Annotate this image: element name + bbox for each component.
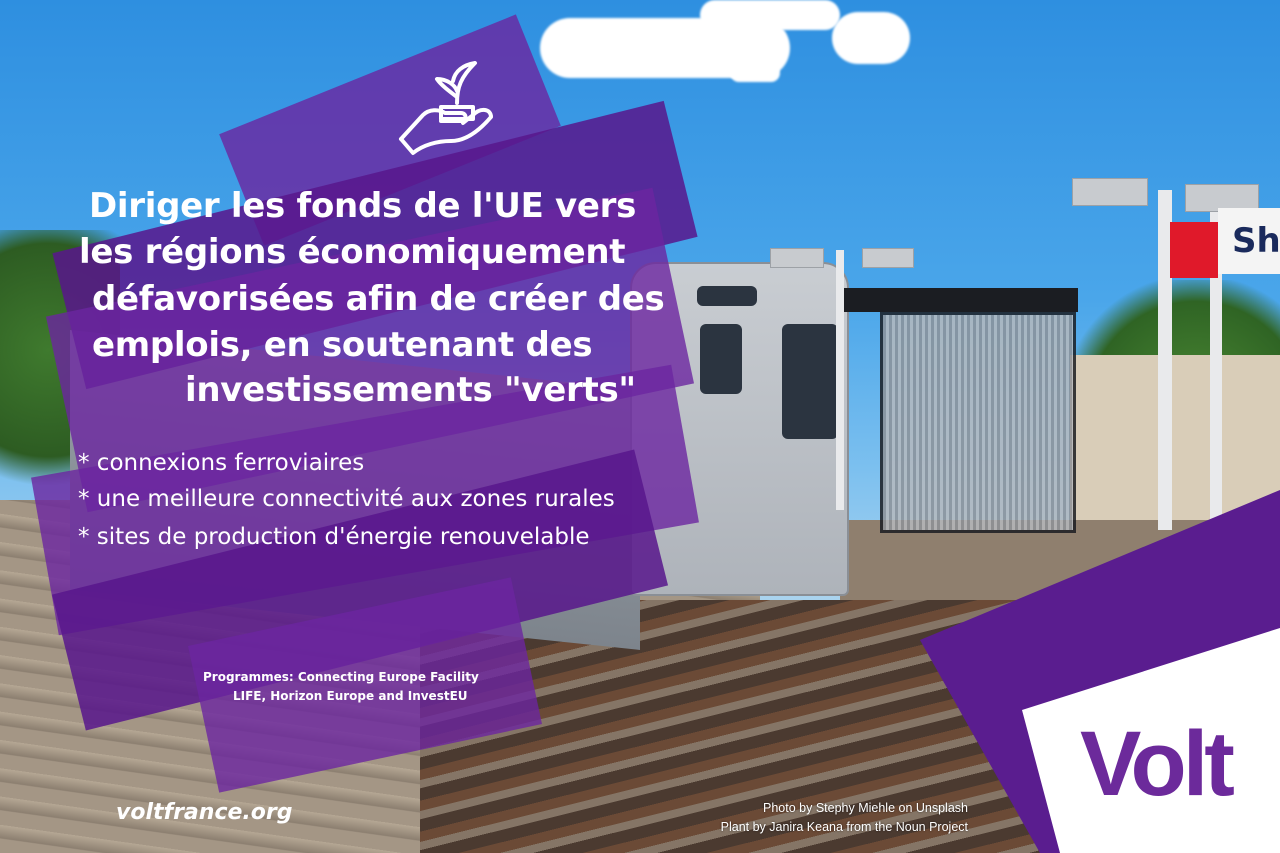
bullet-item: * connexions ferroviaires	[78, 450, 365, 476]
photo-credit: Photo by Stephy Miehle on Unsplash	[763, 801, 968, 815]
website-url[interactable]: voltfrance.org	[116, 800, 292, 825]
programmes-line-2: LIFE, Horizon Europe and InvestEU	[233, 689, 468, 703]
headline-line-5: investissements "verts"	[185, 370, 636, 410]
headline-line-3: défavorisées afin de créer des	[92, 279, 665, 319]
bullet-item: * une meilleure connectivité aux zones r…	[78, 486, 615, 512]
headline-line-1: Diriger les fonds de l'UE vers	[89, 186, 637, 226]
programmes-line-1: Programmes: Connecting Europe Facility	[203, 670, 479, 684]
volt-logo-text: Volt	[1080, 713, 1235, 815]
headline-line-2: les régions économiquement	[79, 232, 626, 272]
plant-in-hand-icon	[399, 61, 493, 155]
bullet-item: * sites de production d'énergie renouvel…	[78, 524, 590, 550]
headline-line-4: emplois, en soutenant des	[92, 325, 593, 365]
icon-credit: Plant by Janira Keana from the Noun Proj…	[720, 820, 968, 834]
